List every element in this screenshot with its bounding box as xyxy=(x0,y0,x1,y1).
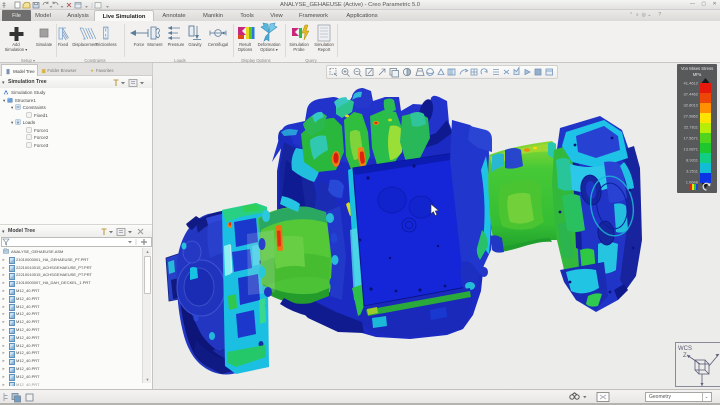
svg-text:41.4612: 41.4612 xyxy=(684,81,699,86)
svg-text:Z: Z xyxy=(683,353,687,359)
svg-text:17.5671: 17.5671 xyxy=(684,136,699,141)
svg-text:37.4462: 37.4462 xyxy=(684,92,699,97)
svg-text:WCS: WCS xyxy=(678,346,692,352)
svg-text:22.7811: 22.7811 xyxy=(684,125,699,130)
svg-text:32.8012: 32.8012 xyxy=(684,103,699,108)
svg-text:13.0871: 13.0871 xyxy=(684,147,699,152)
svg-text:3.2511: 3.2511 xyxy=(686,169,699,174)
svg-text:1.0648: 1.0648 xyxy=(686,180,699,185)
svg-text:8.9311: 8.9311 xyxy=(686,158,699,163)
svg-text:27.9862: 27.9862 xyxy=(684,114,699,119)
